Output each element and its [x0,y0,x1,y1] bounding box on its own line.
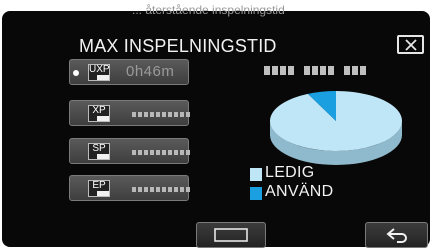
top-caption: ... återstående inspelningstid [132,3,285,17]
mode-button-xp[interactable]: XP [69,100,190,126]
uxp-mode-icon: UXP [88,64,110,81]
rectangle-outline-icon [214,228,248,242]
mode-code-sp: SP [92,143,106,154]
mode-code-xp: XP [92,105,106,116]
close-x-icon [404,38,417,51]
page-title: MAX INSPELNINGSTID [79,36,277,56]
legend-free-swatch [250,168,262,181]
mode-time-sp-obscured [132,150,190,155]
usage-pie-chart [270,91,402,165]
legend-used-swatch [250,187,262,200]
selected-indicator [73,70,79,76]
mode-time-ep-obscured [132,187,190,192]
mode-button-uxp[interactable]: UXP 0h46m [69,59,189,85]
close-button[interactable] [397,35,424,54]
media-label-obscured [264,66,366,75]
recording-time-panel: ... återstående inspelningstid MAX INSPE… [2,3,430,248]
mode-time-xp-obscured [132,112,190,117]
return-arrow-icon [385,228,407,243]
legend-free-label: LEDIG [265,164,315,181]
display-button[interactable] [196,222,266,248]
mode-button-ep[interactable]: EP [69,175,190,201]
mode-code-ep: EP [92,180,106,191]
legend-used-label: ANVÄND [265,183,334,200]
back-button[interactable] [365,222,428,248]
ep-mode-icon: EP [88,180,110,197]
mode-time-uxp: 0h46m [126,63,175,80]
mode-button-sp[interactable]: SP [69,138,190,164]
xp-mode-icon: XP [88,105,110,122]
sp-mode-icon: SP [88,143,110,160]
mode-code-uxp: UXP [89,64,110,75]
